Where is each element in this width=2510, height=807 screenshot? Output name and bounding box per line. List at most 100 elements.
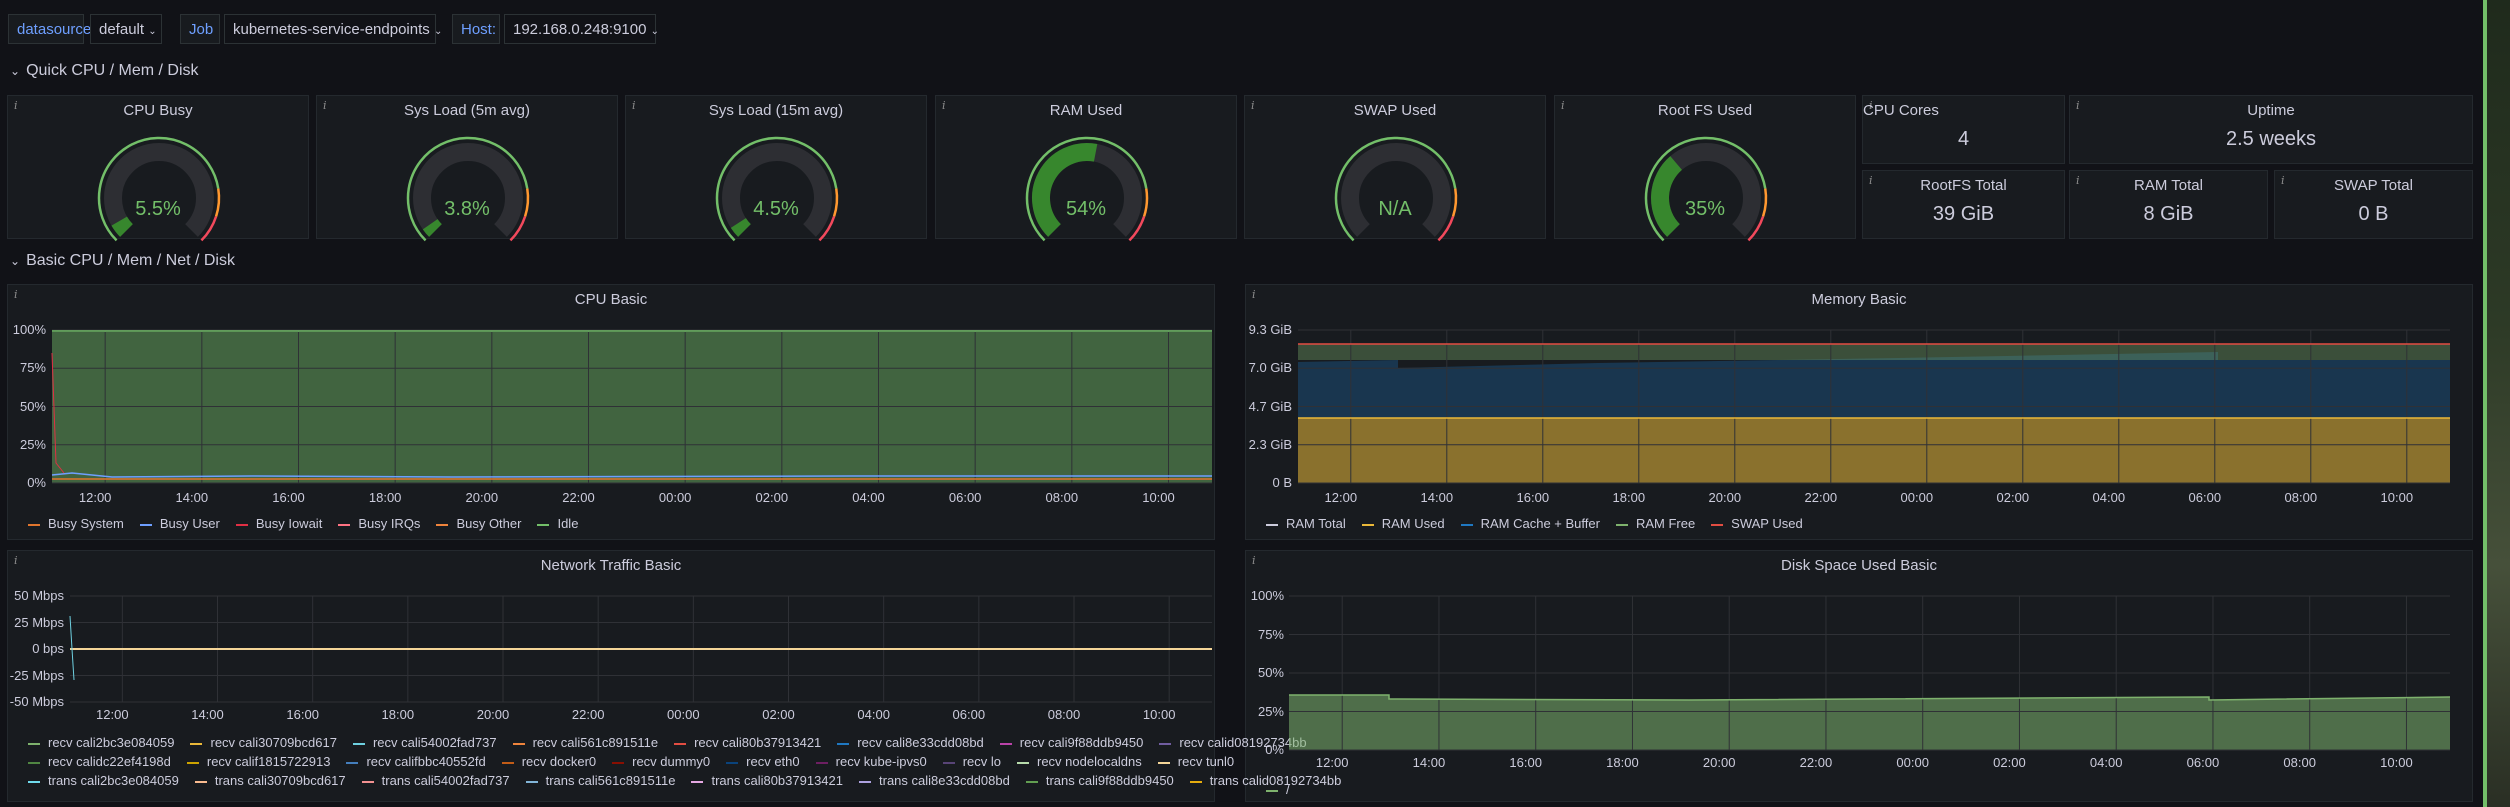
panel-gauge-4[interactable]: i SWAP Used N/A (1244, 95, 1546, 242)
legend-item[interactable]: RAM Total (1266, 516, 1346, 531)
panel-gauge-3[interactable]: i RAM Used 54% (935, 95, 1237, 242)
legend-item[interactable]: trans cali54002fad737 (361, 773, 510, 788)
legend-item[interactable]: RAM Cache + Buffer (1460, 516, 1600, 531)
legend-swatch (28, 761, 40, 764)
x-tick-label: 20:00 (1708, 490, 1742, 505)
legend-item[interactable]: / (1266, 782, 1290, 797)
legend-item[interactable]: Busy Other (436, 516, 521, 531)
panel-gauge-5[interactable]: i Root FS Used 35% (1554, 95, 1856, 242)
panel-swap-total[interactable]: i SWAP Total 0 B (2274, 170, 2473, 239)
x-tick-label: 18:00 (368, 490, 402, 505)
panel-uptime[interactable]: i Uptime 2.5 weeks (2069, 95, 2473, 164)
legend-swatch (525, 780, 538, 783)
legend-swatch (235, 523, 248, 526)
legend-item[interactable]: recv cali30709bcd617 (190, 735, 337, 750)
legend-item[interactable]: recv eth0 (726, 754, 800, 769)
scrollbar-track[interactable] (2483, 0, 2487, 807)
legend-item[interactable]: trans cali8e33cdd08bd (859, 773, 1010, 788)
x-tick-label: 14:00 (191, 707, 224, 722)
legend-item[interactable]: SWAP Used (1711, 516, 1803, 531)
legend-item[interactable]: trans cali30709bcd617 (194, 773, 346, 788)
legend-item[interactable]: recv cali561c891511e (512, 735, 658, 750)
legend-item[interactable]: Busy System (28, 516, 124, 531)
legend-label: Busy Other (456, 516, 522, 531)
x-tick-label: 00:00 (1896, 755, 1929, 770)
legend-item[interactable]: recv cali2bc3e084059 (28, 735, 174, 750)
x-tick-label: 04:00 (2089, 755, 2123, 770)
legend-label: Busy Iowait (255, 516, 323, 531)
panel-rootfs-total[interactable]: i RootFS Total 39 GiB (1862, 170, 2065, 239)
legend-item[interactable]: recv calif1815722913 (186, 754, 330, 769)
y-tick-label: 0 B (1272, 475, 1292, 490)
legend-item[interactable]: recv lo (942, 754, 1001, 769)
legend-swatch (1266, 789, 1278, 792)
panel-gauge-0[interactable]: i CPU Busy 5.5% (7, 95, 309, 242)
legend-item[interactable]: recv nodelocaldns (1016, 754, 1142, 769)
legend-label: recv eth0 (746, 754, 800, 769)
legend-item[interactable]: recv calid08192734bb (1159, 735, 1307, 750)
panel-ram-total[interactable]: i RAM Total 8 GiB (2069, 170, 2268, 239)
legend-item[interactable]: recv cali9f88ddb9450 (999, 735, 1143, 750)
panel-gauge-1[interactable]: i Sys Load (5m avg) 3.8% (316, 95, 618, 242)
x-tick-label: 12:00 (78, 490, 112, 505)
host-value: 192.168.0.248:9100 (513, 21, 647, 38)
y-tick-label: 25% (1257, 703, 1284, 719)
y-tick-label: 50% (19, 398, 46, 414)
gauge-value: 4.5% (753, 198, 799, 220)
host-select[interactable]: 192.168.0.248:9100 ⌄ (504, 14, 659, 44)
legend-item[interactable]: trans cali561c891511e (525, 773, 675, 788)
legend-label: trans cali8e33cdd08bd (879, 773, 1010, 788)
legend-item[interactable]: trans cali80b37913421 (691, 773, 843, 788)
legend-item[interactable]: recv cali8e33cdd08bd (837, 735, 984, 750)
legend-item[interactable]: RAM Used (1361, 516, 1445, 531)
row-quick[interactable]: ⌄ Quick CPU / Mem / Disk (10, 62, 199, 80)
y-tick-label: 50% (1257, 665, 1284, 680)
legend-item[interactable]: recv docker0 (501, 754, 596, 769)
legend-label: recv cali8e33cdd08bd (857, 735, 984, 750)
legend-item[interactable]: Busy User (139, 516, 220, 531)
y-tick-label: 9.3 GiB (1248, 322, 1292, 337)
legend-item[interactable]: recv califbbc40552fd (346, 754, 486, 769)
job-select[interactable]: kubernetes-service-endpoints ⌄ (224, 14, 442, 44)
y-tick-label: 100% (12, 322, 46, 337)
legend-label: recv tunl0 (1177, 754, 1235, 769)
panel-cpu-cores[interactable]: i CPU Cores 4 (1862, 95, 2065, 164)
y-tick-label: 50 Mbps (14, 588, 64, 603)
chart-legend: / (1266, 782, 1306, 797)
legend-item[interactable]: trans cali9f88ddb9450 (1025, 773, 1174, 788)
legend-item[interactable]: recv kube-ipvs0 (815, 754, 927, 769)
legend-swatch (28, 523, 40, 526)
y-tick-label: 4.7 GiB (1248, 398, 1292, 414)
legend-item[interactable]: trans cali2bc3e084059 (28, 773, 179, 788)
x-tick-label: 08:00 (1047, 707, 1081, 722)
disk-used-line (1289, 694, 2451, 701)
x-tick-label: 04:00 (852, 490, 885, 505)
legend-label: recv cali30709bcd617 (210, 735, 337, 750)
row-basic[interactable]: ⌄ Basic CPU / Mem / Net / Disk (10, 252, 235, 270)
chart-legend: recv cali2bc3e084059 recv cali30709bcd617… (28, 735, 1323, 750)
legend-item[interactable]: recv cali80b37913421 (674, 735, 821, 750)
legend-item[interactable]: recv dummy0 (612, 754, 710, 769)
panel-title: Sys Load (5m avg) (404, 102, 530, 119)
legend-label: Idle (557, 516, 579, 531)
legend-swatch (1025, 780, 1038, 783)
legend-item[interactable]: recv calidc22ef4198d (28, 754, 171, 769)
legend-item[interactable]: recv cali54002fad737 (352, 735, 497, 750)
legend-label: RAM Free (1635, 516, 1696, 531)
legend-item[interactable]: Idle (537, 516, 578, 531)
panel-gauge-2[interactable]: i Sys Load (15m avg) 4.5% (625, 95, 927, 242)
legend-swatch (1189, 780, 1202, 783)
datasource-value: default (99, 21, 145, 38)
legend-item[interactable]: recv tunl0 (1157, 754, 1235, 769)
stat-value: 0 B (2358, 203, 2389, 225)
legend-swatch (346, 761, 359, 764)
legend-item[interactable]: Busy Iowait (235, 516, 323, 531)
datasource-select[interactable]: default ⌄ (90, 14, 162, 44)
chevron-down-icon: ⌄ (10, 254, 21, 268)
legend-item[interactable]: RAM Free (1615, 516, 1696, 531)
legend-swatch (1711, 523, 1724, 526)
legend-swatch (436, 523, 449, 526)
y-tick-label: 75% (19, 360, 46, 376)
legend-item[interactable]: Busy IRQs (338, 516, 420, 531)
legend-swatch (1016, 761, 1029, 764)
